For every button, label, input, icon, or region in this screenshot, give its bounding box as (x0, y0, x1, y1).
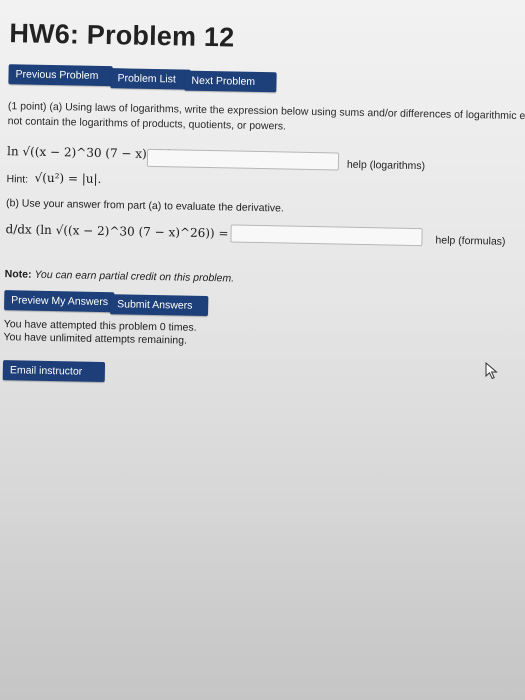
email-instructor-button[interactable]: Email instructor (2, 360, 106, 383)
part-a-answer-input[interactable] (146, 148, 340, 171)
part-b-answer-input[interactable] (230, 224, 423, 247)
mouse-cursor-icon (485, 362, 498, 380)
problem-list-button[interactable]: Problem List (110, 68, 191, 90)
help-logarithms-link[interactable]: help (logarithms) (347, 159, 425, 172)
hint-label: Hint: (6, 173, 29, 186)
preview-answers-button[interactable]: Preview My Answers (4, 290, 115, 313)
next-problem-button[interactable]: Next Problem (184, 70, 277, 93)
submit-answers-button[interactable]: Submit Answers (109, 294, 209, 317)
page-title: HW6: Problem 12 (9, 18, 235, 53)
hint-expression: √(u²) = |u|. (34, 170, 102, 186)
note-label: Note: (4, 268, 32, 281)
help-formulas-link[interactable]: help (formulas) (435, 234, 505, 247)
previous-problem-button[interactable]: Previous Problem (8, 64, 113, 87)
